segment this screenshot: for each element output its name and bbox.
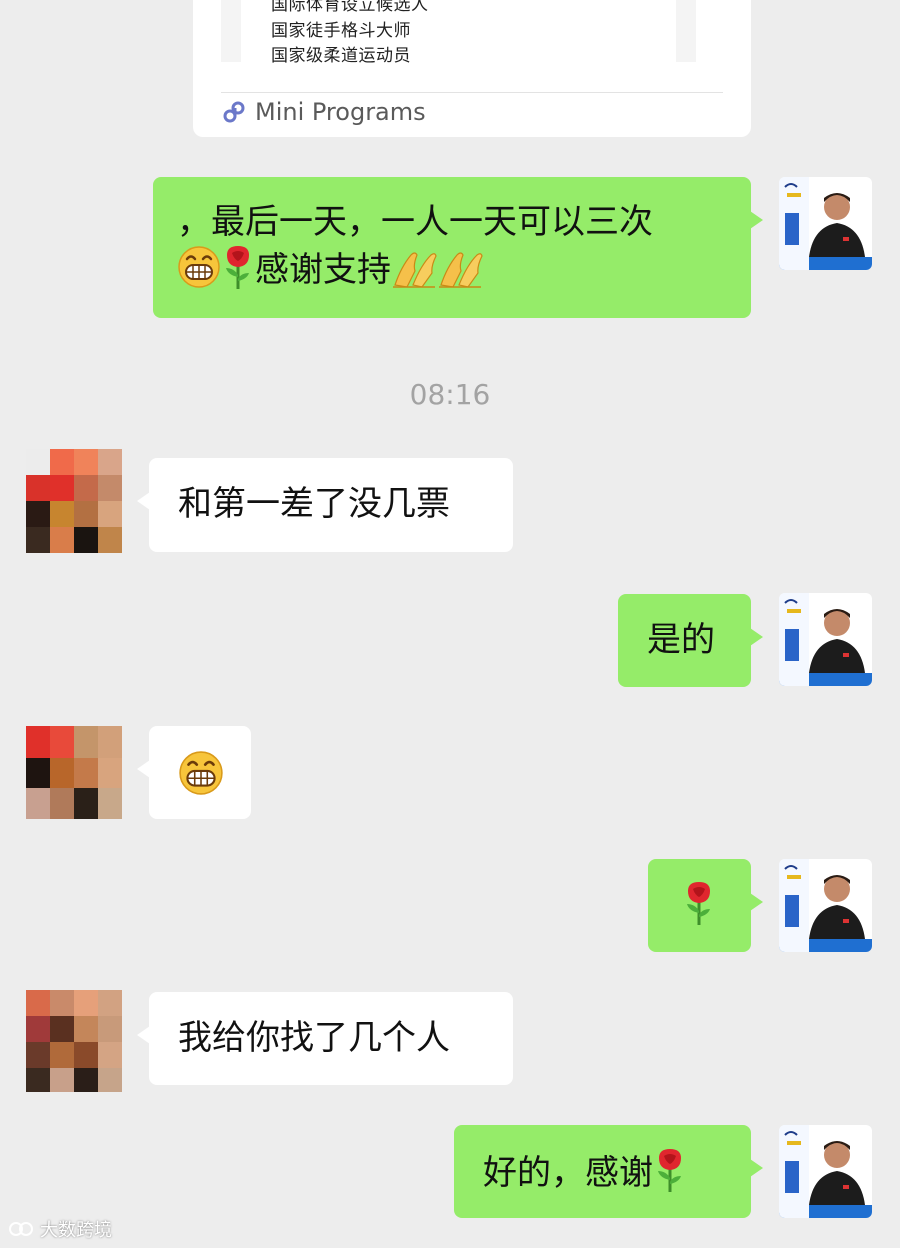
message-bubble-received[interactable] xyxy=(137,726,251,819)
message-text-line: ，最后一天，一人一天可以三次 xyxy=(177,202,653,242)
mini-program-line: 国家级柔道运动员 xyxy=(271,46,411,66)
contact-avatar[interactable] xyxy=(26,990,122,1092)
rose-emoji-icon xyxy=(221,245,255,291)
mini-program-divider xyxy=(221,92,723,93)
message-text: 好的，感谢 xyxy=(483,1153,653,1193)
my-avatar[interactable] xyxy=(779,1125,872,1218)
rose-emoji-icon xyxy=(653,1148,687,1194)
message-text: 感谢支持 xyxy=(255,250,391,290)
mini-program-label: Mini Programs xyxy=(255,98,426,126)
mini-program-card[interactable]: 国际体育设立候选人 国家徒手格斗大师 国家级柔道运动员 Mini Program… xyxy=(193,0,751,137)
message-bubble-sent[interactable] xyxy=(648,859,763,952)
grin-emoji-icon xyxy=(177,245,221,289)
timestamp: 08:16 xyxy=(409,378,491,411)
mini-program-line: 国际体育设立候选人 xyxy=(271,0,429,15)
my-avatar[interactable] xyxy=(779,593,872,686)
my-avatar[interactable] xyxy=(779,177,872,270)
message-bubble-received[interactable]: 和第一差了没几票 xyxy=(137,458,513,552)
message-text: 和第一差了没几票 xyxy=(178,484,450,524)
rose-emoji-icon xyxy=(682,881,716,927)
contact-avatar[interactable] xyxy=(26,449,122,553)
watermark: 大数跨境 xyxy=(8,1216,112,1242)
contact-avatar[interactable] xyxy=(26,726,122,819)
message-text-line-2: 感谢支持 xyxy=(177,245,731,293)
message-bubble-received[interactable]: 我给你找了几个人 xyxy=(137,992,513,1085)
message-bubble-sent[interactable]: 是的 xyxy=(618,594,763,687)
message-text: 是的 xyxy=(647,620,715,660)
watermark-logo-icon xyxy=(9,1222,33,1236)
mini-program-icon xyxy=(223,101,245,123)
pray-emoji-icon xyxy=(391,247,437,289)
my-avatar[interactable] xyxy=(779,859,872,952)
mini-program-line: 国家徒手格斗大师 xyxy=(271,21,411,41)
message-text: 我给你找了几个人 xyxy=(178,1018,450,1058)
watermark-text: 大数跨境 xyxy=(40,1220,112,1241)
pray-emoji-icon xyxy=(437,247,483,289)
message-bubble-sent[interactable]: ，最后一天，一人一天可以三次 感谢支持 xyxy=(153,177,763,318)
mini-program-footer: Mini Programs xyxy=(221,98,426,126)
grin-emoji-icon xyxy=(178,750,224,796)
message-bubble-sent[interactable]: 好的，感谢 xyxy=(454,1125,763,1218)
